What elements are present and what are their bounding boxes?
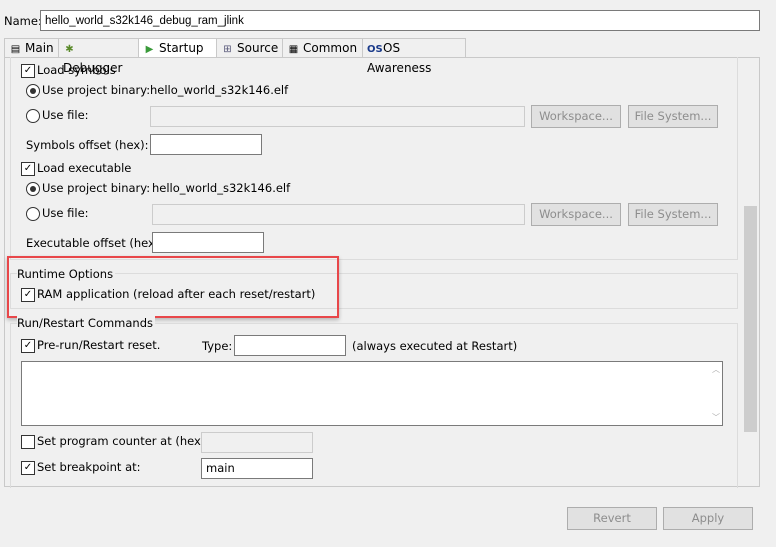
type-input[interactable]: [234, 335, 346, 356]
name-input[interactable]: [40, 10, 760, 31]
load-executable-checkbox[interactable]: ✓: [21, 162, 35, 176]
set-breakpoint-checkbox[interactable]: ✓: [21, 461, 35, 475]
exec-project-value: hello_world_s32k146.elf: [152, 181, 291, 195]
apply-button[interactable]: Apply: [663, 507, 753, 530]
highlight-box: [7, 256, 339, 318]
tab-main[interactable]: ▤ Main: [4, 38, 60, 58]
exec-use-project-label: Use project binary:: [42, 181, 151, 195]
textarea-scroll-down-icon[interactable]: ﹀: [712, 412, 720, 423]
symbols-offset-input[interactable]: [150, 134, 262, 155]
commands-textarea[interactable]: ︿ ﹀: [21, 361, 723, 426]
exec-filesystem-button[interactable]: File System...: [628, 203, 718, 226]
exec-use-project-radio[interactable]: [26, 182, 40, 196]
set-pc-input[interactable]: [201, 432, 313, 453]
symbols-use-project-radio[interactable]: [26, 84, 40, 98]
tab-startup[interactable]: ▶ Startup: [138, 38, 218, 58]
load-symbols-label: Load symbols: [37, 63, 116, 77]
scrollbar-thumb[interactable]: [744, 206, 757, 432]
type-note: (always executed at Restart): [352, 339, 518, 353]
exec-workspace-button[interactable]: Workspace...: [531, 203, 621, 226]
set-pc-label: Set program counter at (hex):: [37, 434, 210, 448]
set-pc-checkbox[interactable]: [21, 435, 35, 449]
tab-debugger[interactable]: ✱Debugger: [58, 38, 143, 75]
tab-common[interactable]: ▦ Common: [282, 38, 366, 58]
set-breakpoint-label: Set breakpoint at:: [37, 460, 141, 474]
name-label: Name:: [4, 14, 42, 28]
prerun-checkbox[interactable]: ✓: [21, 339, 35, 353]
exec-use-file-radio[interactable]: [26, 207, 40, 221]
tab-source[interactable]: ⊞ Source: [216, 38, 286, 58]
symbols-offset-label: Symbols offset (hex):: [26, 138, 149, 152]
symbols-filesystem-button[interactable]: File System...: [628, 105, 718, 128]
exec-offset-label: Executable offset (hex):: [26, 236, 164, 250]
exec-use-file-label: Use file:: [42, 206, 89, 220]
type-label: Type:: [202, 339, 233, 353]
textarea-scroll-up-icon[interactable]: ︿: [712, 364, 720, 375]
prerun-label: Pre-run/Restart reset.: [37, 338, 161, 352]
load-symbols-checkbox[interactable]: ✓: [21, 64, 35, 78]
symbols-use-file-radio[interactable]: [26, 109, 40, 123]
scrollbar[interactable]: [742, 58, 759, 486]
symbols-use-file-label: Use file:: [42, 108, 89, 122]
exec-offset-input[interactable]: [152, 232, 264, 253]
load-executable-label: Load executable: [37, 161, 132, 175]
symbols-file-input[interactable]: [150, 106, 525, 127]
revert-button[interactable]: Revert: [567, 507, 657, 530]
symbols-workspace-button[interactable]: Workspace...: [531, 105, 621, 128]
tab-os-awareness[interactable]: OSOS Awareness: [362, 38, 466, 75]
symbols-project-value: hello_world_s32k146.elf: [150, 83, 289, 97]
symbols-use-project-label: Use project binary:: [42, 83, 151, 97]
run-title: Run/Restart Commands: [17, 316, 156, 330]
breakpoint-input[interactable]: main: [201, 458, 313, 479]
exec-file-input[interactable]: [152, 204, 525, 225]
